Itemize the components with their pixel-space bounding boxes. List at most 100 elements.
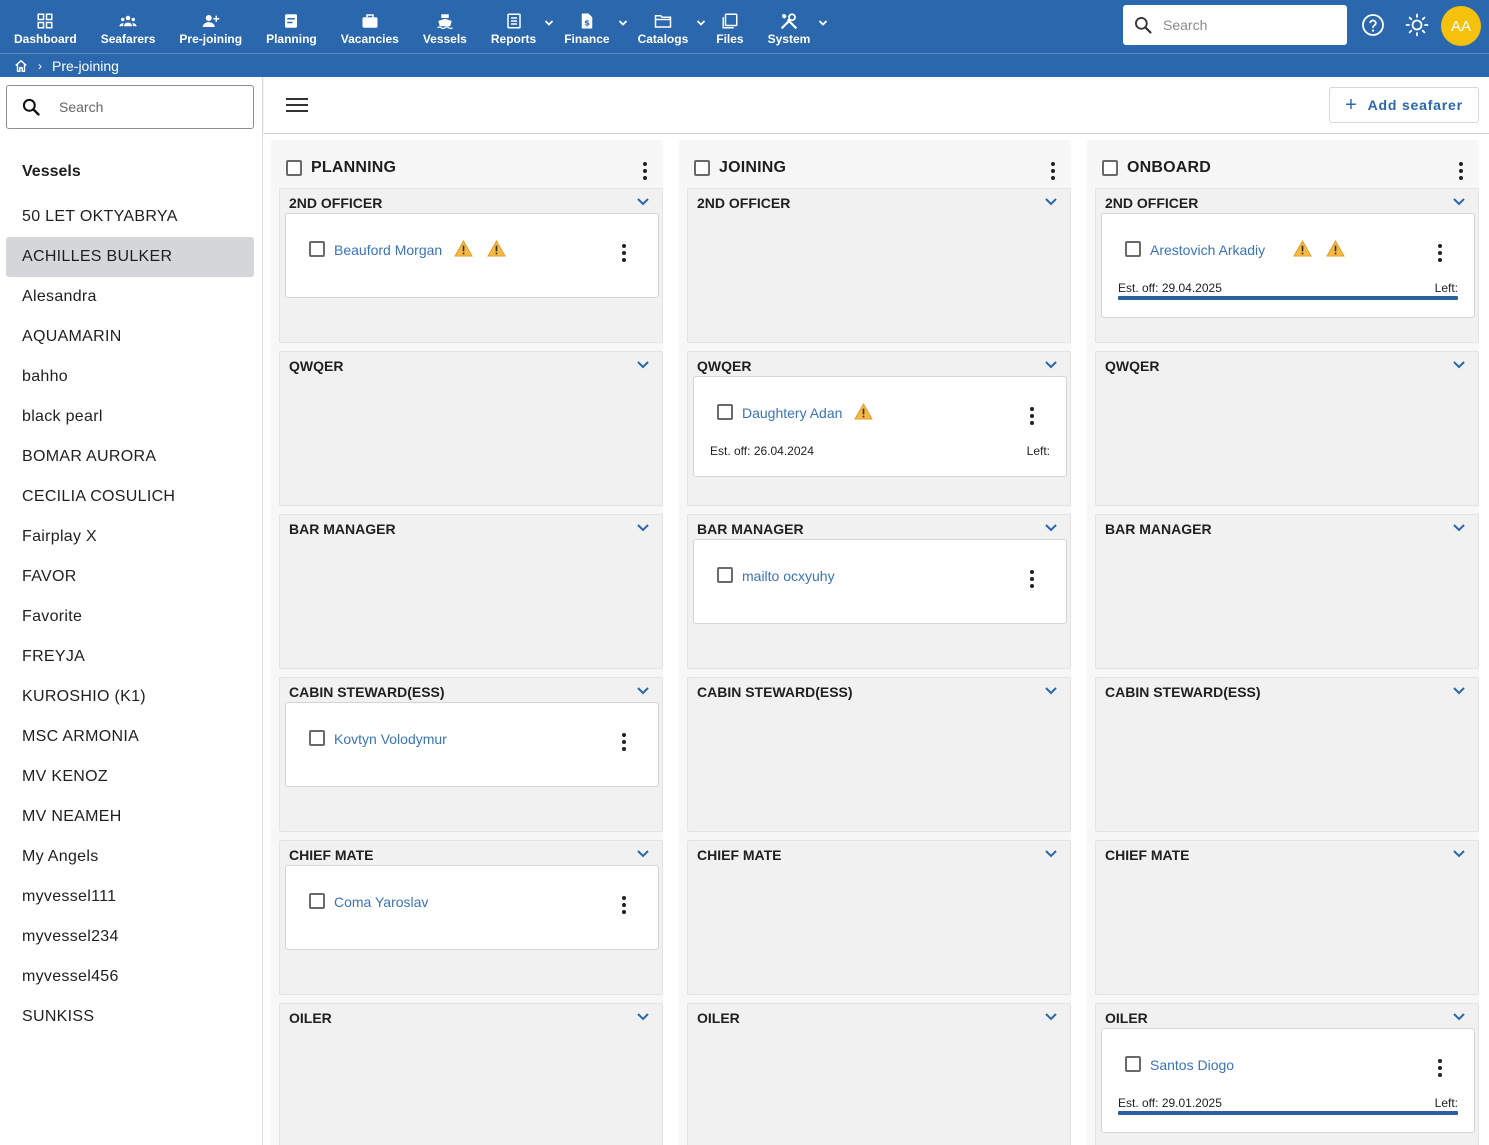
nav-vessels[interactable]: Vessels (411, 0, 479, 53)
chevron-down-icon[interactable] (1452, 1012, 1466, 1022)
seafarer-name-link[interactable]: Kovtyn Volodymur (334, 731, 447, 747)
vessel-item[interactable]: bahho (6, 357, 254, 397)
seafarer-select-checkbox[interactable] (717, 404, 733, 420)
seafarer-select-checkbox[interactable] (309, 241, 325, 257)
nav-finance[interactable]: $ Finance (552, 0, 627, 53)
vessel-item[interactable]: MSC ARMONIA (6, 717, 254, 757)
nav-catalogs[interactable]: Catalogs (626, 0, 706, 53)
menu-icon[interactable] (286, 95, 308, 115)
chevron-down-icon[interactable] (636, 686, 650, 696)
home-icon[interactable] (14, 59, 28, 73)
seafarer-name-link[interactable]: Daughtery Adan (742, 405, 842, 421)
card-menu-kebab-icon[interactable] (1028, 570, 1036, 588)
card-menu-kebab-icon[interactable] (620, 733, 628, 751)
vessel-item[interactable]: MV KENOZ (6, 757, 254, 797)
nav-pre-joining[interactable]: Pre-joining (167, 0, 254, 53)
nav-menu: Dashboard Seafarers Pre-joining Planning Vac… (0, 0, 828, 53)
chevron-down-icon[interactable] (636, 849, 650, 859)
global-search-input[interactable] (1163, 17, 1333, 33)
breadcrumb-current: Pre-joining (52, 57, 119, 74)
nav-dashboard[interactable]: Dashboard (2, 0, 89, 53)
chevron-down-icon[interactable] (1044, 849, 1058, 859)
chevron-down-icon[interactable] (1044, 197, 1058, 207)
rank-title: 2ND OFFICER (1105, 195, 1199, 211)
vessel-item[interactable]: BOMAR AURORA (6, 437, 254, 477)
chevron-down-icon[interactable] (636, 360, 650, 370)
vessel-item[interactable]: myvessel456 (6, 957, 254, 997)
ship-icon (436, 13, 453, 29)
vessel-item[interactable]: AQUAMARIN (6, 317, 254, 357)
theme-toggle-icon[interactable] (1405, 13, 1429, 37)
vessel-item[interactable]: SUNKISS (6, 997, 254, 1037)
seafarer-name-link[interactable]: Coma Yaroslav (334, 894, 428, 910)
add-seafarer-button[interactable]: + Add seafarer (1329, 87, 1479, 123)
nav-seafarers[interactable]: Seafarers (89, 0, 168, 53)
column-menu-kebab-icon[interactable] (1049, 162, 1057, 180)
chevron-down-icon[interactable] (1044, 1012, 1058, 1022)
vessel-item[interactable]: FAVOR (6, 557, 254, 597)
column-select-checkbox[interactable] (694, 160, 710, 176)
chevron-down-icon[interactable] (636, 197, 650, 207)
column-menu-kebab-icon[interactable] (641, 162, 649, 180)
column-select-checkbox[interactable] (286, 160, 302, 176)
column-menu-kebab-icon[interactable] (1457, 162, 1465, 180)
chevron-down-icon[interactable] (1452, 849, 1466, 859)
card-menu-kebab-icon[interactable] (620, 896, 628, 914)
seafarer-select-checkbox[interactable] (309, 730, 325, 746)
vessel-item[interactable]: CECILIA COSULICH (6, 477, 254, 517)
seafarer-select-checkbox[interactable] (1125, 241, 1141, 257)
vessel-item[interactable]: Fairplay X (6, 517, 254, 557)
chevron-down-icon[interactable] (1044, 523, 1058, 533)
global-search[interactable] (1123, 5, 1347, 45)
vessel-item[interactable]: FREYJA (6, 637, 254, 677)
seafarer-name-link[interactable]: Santos Diogo (1150, 1057, 1234, 1073)
chevron-down-icon[interactable] (1452, 197, 1466, 207)
rank-group: BAR MANAGER mailto ocxyuhy (687, 514, 1071, 669)
nav-system[interactable]: System (756, 0, 828, 53)
column-select-checkbox[interactable] (1102, 160, 1118, 176)
chevron-down-icon[interactable] (1044, 360, 1058, 370)
nav-planning[interactable]: Planning (254, 0, 329, 53)
progress-bar (1118, 1111, 1458, 1115)
seafarer-name-link[interactable]: mailto ocxyuhy (742, 568, 835, 584)
help-icon[interactable] (1361, 13, 1385, 37)
card-menu-kebab-icon[interactable] (1436, 1059, 1444, 1077)
vessel-item[interactable]: ACHILLES BULKER (6, 237, 254, 277)
seafarer-name-link[interactable]: Beauford Morgan (334, 242, 442, 258)
nav-label: Finance (564, 31, 610, 46)
seafarer-name-link[interactable]: Arestovich Arkadiy (1150, 242, 1265, 258)
user-avatar[interactable]: AA (1441, 6, 1481, 46)
chevron-down-icon[interactable] (636, 523, 650, 533)
vessel-item[interactable]: KUROSHIO (K1) (6, 677, 254, 717)
nav-reports[interactable]: Reports (479, 0, 554, 53)
vessel-item[interactable]: black pearl (6, 397, 254, 437)
rank-title: BAR MANAGER (697, 521, 804, 537)
vessel-item[interactable]: MV NEAMEH (6, 797, 254, 837)
rank-title: BAR MANAGER (289, 521, 396, 537)
seafarer-select-checkbox[interactable] (309, 893, 325, 909)
chevron-down-icon[interactable] (1452, 360, 1466, 370)
vessel-item[interactable]: Favorite (6, 597, 254, 637)
card-menu-kebab-icon[interactable] (1028, 407, 1036, 425)
seafarer-select-checkbox[interactable] (717, 567, 733, 583)
vessel-search[interactable] (6, 85, 254, 129)
nav-label: Reports (490, 31, 537, 46)
vessel-item[interactable]: myvessel111 (6, 877, 254, 917)
rank-title: CABIN STEWARD(ESS) (289, 684, 445, 700)
chevron-down-icon[interactable] (1452, 686, 1466, 696)
vessel-item[interactable]: 50 LET OKTYABRYA (6, 197, 254, 237)
warning-icon (1292, 240, 1312, 257)
vessel-item[interactable]: Alesandra (6, 277, 254, 317)
nav-files[interactable]: Files (704, 0, 755, 53)
card-menu-kebab-icon[interactable] (1436, 244, 1444, 262)
vessel-item[interactable]: myvessel234 (6, 917, 254, 957)
chevron-down-icon[interactable] (1044, 686, 1058, 696)
vessel-item[interactable]: My Angels (6, 837, 254, 877)
vessel-search-input[interactable] (59, 99, 239, 115)
chevron-down-icon[interactable] (636, 1012, 650, 1022)
chevron-down-icon[interactable] (1452, 523, 1466, 533)
column-header: JOINING (679, 140, 1071, 188)
nav-vacancies[interactable]: Vacancies (329, 0, 411, 53)
seafarer-select-checkbox[interactable] (1125, 1056, 1141, 1072)
card-menu-kebab-icon[interactable] (620, 244, 628, 262)
